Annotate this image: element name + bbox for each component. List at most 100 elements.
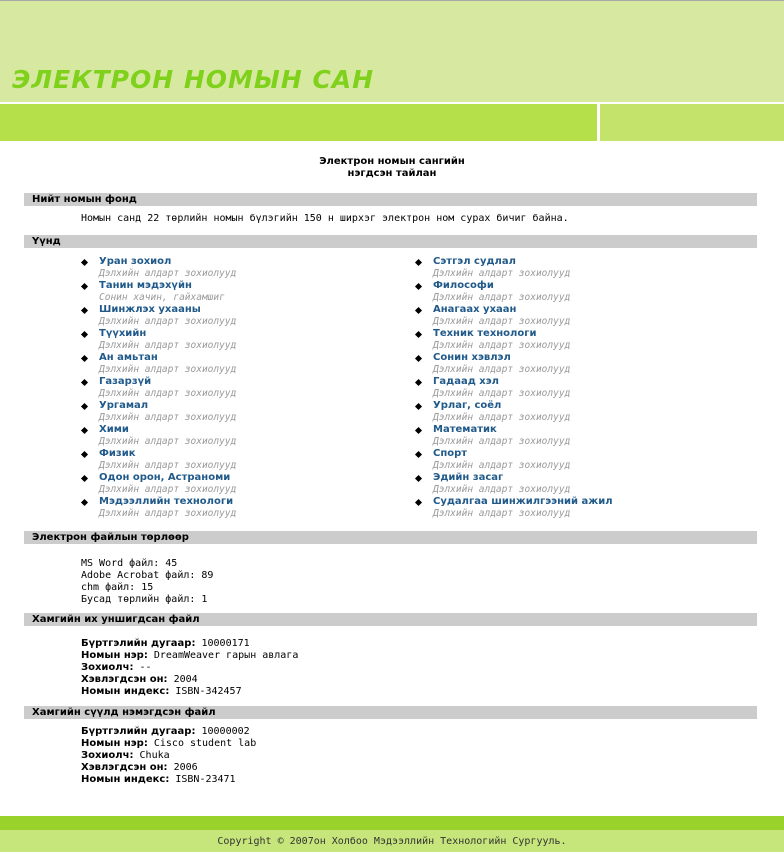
category-link[interactable]: Физик	[99, 448, 381, 460]
total-text: Номын санд 22 төрлийн номын бүлэгийн 150…	[81, 213, 569, 224]
header-banner: ЭЛЕКТРОН НОМЫН САН	[0, 0, 784, 102]
bullet-icon	[80, 426, 89, 435]
bullet-icon	[414, 378, 423, 387]
bullet-icon	[414, 402, 423, 411]
bullet-icon	[80, 450, 89, 459]
nav-bar-side	[600, 104, 784, 141]
latest-author: Зохиолч: Chuka	[81, 750, 170, 761]
category-desc: Дэлхийн алдарт зохиолууд	[99, 436, 237, 447]
bullet-icon	[414, 282, 423, 291]
section-mostread-header: Хамгийн их уншигдсан файл	[24, 613, 757, 626]
category-link[interactable]: Эдийн засаг	[433, 472, 715, 484]
file-type-chm: chm файл: 15	[81, 582, 154, 593]
category-item: Хими Дэлхийн алдарт зохиолууд	[80, 424, 381, 448]
category-desc: Дэлхийн алдарт зохиолууд	[99, 388, 237, 399]
category-link[interactable]: Сэтгэл судлал	[433, 256, 715, 268]
category-desc: Сонин хачин, гайхамшиг	[99, 292, 225, 303]
category-item: Мэдээллийн технологи Дэлхийн алдарт зохио…	[80, 496, 381, 520]
file-types-list: MS Word файл: 45 Adobe Acrobat файл: 89 …	[81, 558, 213, 606]
bullet-icon	[414, 426, 423, 435]
category-desc: Дэлхийн алдарт зохиолууд	[99, 364, 237, 375]
category-link[interactable]: Философи	[433, 280, 715, 292]
bullet-icon	[414, 330, 423, 339]
category-item: Газарзүй Дэлхийн алдарт зохиолууд	[80, 376, 381, 400]
bullet-icon	[80, 378, 89, 387]
section-latest-header: Хамгийн сүүлд нэмэгдсэн файл	[24, 706, 757, 719]
category-item: Одон орон, Астраноми Дэлхийн алдарт зохио…	[80, 472, 381, 496]
most-read-reg: Бүртгэлийн дугаар: 10000171	[81, 638, 250, 649]
section-categories-header: Үүнд	[24, 235, 757, 248]
category-desc: Дэлхийн алдарт зохиолууд	[99, 340, 237, 351]
category-desc: Дэлхийн алдарт зохиолууд	[99, 268, 237, 279]
bullet-icon	[80, 330, 89, 339]
category-desc: Дэлхийн алдарт зохиолууд	[99, 412, 237, 423]
category-desc: Дэлхийн алдарт зохиолууд	[99, 484, 237, 495]
bullet-icon	[80, 402, 89, 411]
category-link[interactable]: Мэдээллийн технологи	[99, 496, 381, 508]
category-desc: Дэлхийн алдарт зохиолууд	[433, 436, 571, 447]
bullet-icon	[414, 258, 423, 267]
category-link[interactable]: Шинжлэх ухааны	[99, 304, 381, 316]
category-link[interactable]: Техник технологи	[433, 328, 715, 340]
category-desc: Дэлхийн алдарт зохиолууд	[433, 508, 571, 519]
category-link[interactable]: Танин мэдэхүйн	[99, 280, 381, 292]
category-item: Физик Дэлхийн алдарт зохиолууд	[80, 448, 381, 472]
category-desc: Дэлхийн алдарт зохиолууд	[433, 484, 571, 495]
category-desc: Дэлхийн алдарт зохиолууд	[433, 340, 571, 351]
latest-year: Хэвлэгдсэн он: 2006	[81, 762, 198, 773]
bullet-icon	[80, 498, 89, 507]
latest-name: Номын нэр: Cisco student lab	[81, 738, 257, 749]
category-desc: Дэлхийн алдарт зохиолууд	[433, 268, 571, 279]
footer-copyright: Copyright © 2007он Холбоо Мэдээллийн Тех…	[0, 830, 784, 852]
category-item: Техник технологи Дэлхийн алдарт зохиолууд	[414, 328, 715, 352]
bullet-icon	[414, 450, 423, 459]
section-filetypes-header: Электрон файлын төрлөөр	[24, 531, 757, 544]
bullet-icon	[80, 258, 89, 267]
bullet-icon	[80, 474, 89, 483]
category-link[interactable]: Гадаад хэл	[433, 376, 715, 388]
nav-bar-main	[0, 104, 597, 141]
category-item: Сэтгэл судлал Дэлхийн алдарт зохиолууд	[414, 256, 715, 280]
category-link[interactable]: Урлаг, соёл	[433, 400, 715, 412]
category-desc: Дэлхийн алдарт зохиолууд	[99, 460, 237, 471]
bullet-icon	[80, 354, 89, 363]
category-item: Гадаад хэл Дэлхийн алдарт зохиолууд	[414, 376, 715, 400]
category-item: Түүхийн Дэлхийн алдарт зохиолууд	[80, 328, 381, 352]
category-desc: Дэлхийн алдарт зохиолууд	[433, 316, 571, 327]
category-link[interactable]: Судалгаа шинжилгээний ажил	[433, 496, 715, 508]
category-item: Уран зохиол Дэлхийн алдарт зохиолууд	[80, 256, 381, 280]
category-link[interactable]: Анагаах ухаан	[433, 304, 715, 316]
category-link[interactable]: Спорт	[433, 448, 715, 460]
bullet-icon	[414, 498, 423, 507]
category-item: Анагаах ухаан Дэлхийн алдарт зохиолууд	[414, 304, 715, 328]
category-desc: Дэлхийн алдарт зохиолууд	[99, 316, 237, 327]
category-item: Судалгаа шинжилгээний ажил Дэлхийн алдарт…	[414, 496, 715, 520]
category-item: Спорт Дэлхийн алдарт зохиолууд	[414, 448, 715, 472]
file-type-word: MS Word файл: 45	[81, 558, 178, 569]
latest-reg: Бүртгэлийн дугаар: 10000002	[81, 726, 250, 737]
category-link[interactable]: Хими	[99, 424, 381, 436]
category-item: Шинжлэх ухааны Дэлхийн алдарт зохиолууд	[80, 304, 381, 328]
category-desc: Дэлхийн алдарт зохиолууд	[433, 460, 571, 471]
report-title-line1: Электрон номын сангийн	[319, 156, 465, 167]
category-link[interactable]: Одон орон, Астраноми	[99, 472, 381, 484]
categories-right-list: Сэтгэл судлал Дэлхийн алдарт зохиолууд Фил…	[414, 256, 715, 520]
category-link[interactable]: Уран зохиол	[99, 256, 381, 268]
category-link[interactable]: Ан амьтан	[99, 352, 381, 364]
category-link[interactable]: Газарзүй	[99, 376, 381, 388]
bullet-icon	[414, 354, 423, 363]
category-link[interactable]: Математик	[433, 424, 715, 436]
category-item: Сонин хэвлэл Дэлхийн алдарт зохиолууд	[414, 352, 715, 376]
section-total-header: Нийт номын фонд	[24, 193, 757, 206]
category-item: Эдийн засаг Дэлхийн алдарт зохиолууд	[414, 472, 715, 496]
category-item: Урлаг, соёл Дэлхийн алдарт зохиолууд	[414, 400, 715, 424]
report-title: Электрон номын сангийн нэгдсэн тайлан	[0, 156, 784, 180]
category-link[interactable]: Ургамал	[99, 400, 381, 412]
most-read-author: Зохиолч: --	[81, 662, 152, 673]
most-read-name: Номын нэр: DreamWeaver гарын авлага	[81, 650, 299, 661]
category-link[interactable]: Сонин хэвлэл	[433, 352, 715, 364]
category-link[interactable]: Түүхийн	[99, 328, 381, 340]
bullet-icon	[414, 306, 423, 315]
nav-bar	[0, 104, 784, 141]
latest-details: Бүртгэлийн дугаар: 10000002 Номын нэр: C…	[81, 726, 256, 786]
